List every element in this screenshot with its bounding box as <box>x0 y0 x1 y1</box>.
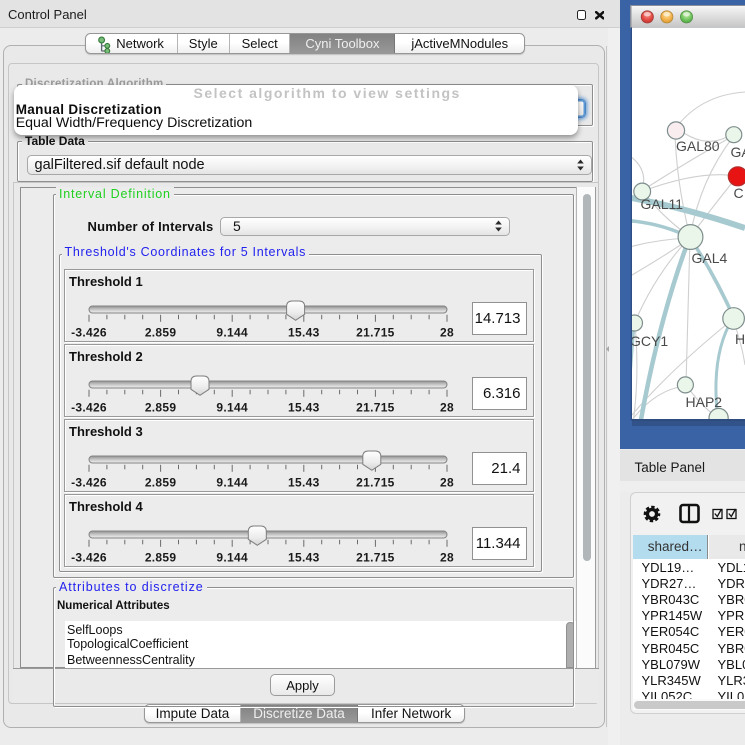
svg-text:9.144: 9.144 <box>216 550 248 564</box>
svg-text:15.43: 15.43 <box>288 475 320 489</box>
svg-text:28: 28 <box>440 400 454 414</box>
svg-text:2.859: 2.859 <box>145 325 177 339</box>
svg-text:21.715: 21.715 <box>356 325 395 339</box>
svg-text:-3.426: -3.426 <box>71 475 107 489</box>
svg-text:GA: GA <box>731 144 745 160</box>
svg-text:15.43: 15.43 <box>288 325 320 339</box>
svg-text:GAL80: GAL80 <box>676 138 720 154</box>
svg-text:28: 28 <box>440 550 454 564</box>
svg-text:C: C <box>734 185 744 201</box>
svg-text:HAP2: HAP2 <box>686 394 723 410</box>
svg-text:9.144: 9.144 <box>216 325 248 339</box>
svg-text:-3.426: -3.426 <box>71 550 107 564</box>
svg-text:21.715: 21.715 <box>356 400 395 414</box>
svg-text:2.859: 2.859 <box>145 550 177 564</box>
svg-text:2.859: 2.859 <box>145 475 177 489</box>
svg-text:-3.426: -3.426 <box>71 325 107 339</box>
svg-text:21.715: 21.715 <box>356 550 395 564</box>
svg-text:GCY1: GCY1 <box>630 333 668 349</box>
svg-text:28: 28 <box>440 325 454 339</box>
svg-text:28: 28 <box>440 475 454 489</box>
svg-text:9.144: 9.144 <box>216 475 248 489</box>
svg-text:GAL11: GAL11 <box>641 196 684 212</box>
svg-text:-3.426: -3.426 <box>71 400 107 414</box>
svg-text:21.715: 21.715 <box>356 475 395 489</box>
svg-text:15.43: 15.43 <box>288 400 320 414</box>
svg-text:H: H <box>735 331 745 347</box>
svg-text:2.859: 2.859 <box>145 400 177 414</box>
svg-text:15.43: 15.43 <box>288 550 320 564</box>
svg-text:GAL4: GAL4 <box>692 250 728 266</box>
svg-text:9.144: 9.144 <box>216 400 248 414</box>
